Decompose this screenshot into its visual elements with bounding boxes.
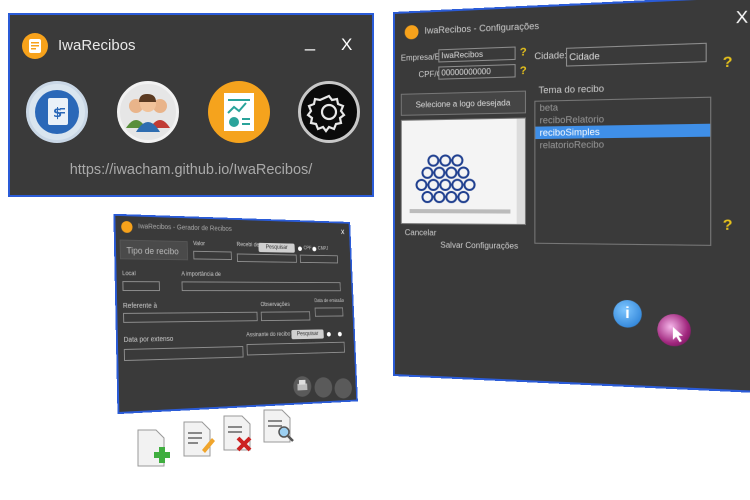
cnpj-radio-label: CNPJ	[317, 245, 329, 252]
data-extenso-label: Data por extenso	[123, 335, 174, 344]
data-extenso-input[interactable]	[123, 346, 244, 362]
config-window: IwaRecibos - Configurações X Empresa/Emi…	[393, 0, 750, 394]
local-input[interactable]	[122, 281, 160, 292]
valor-input[interactable]	[193, 250, 232, 260]
empresa-input[interactable]: IwaRecibos	[438, 46, 516, 63]
delete-document-icon	[223, 415, 252, 452]
select-logo-button[interactable]: Selecione a logo desejada	[400, 90, 527, 116]
observacoes-input[interactable]	[260, 311, 311, 322]
local-label: Local	[122, 271, 136, 278]
nav-button[interactable]	[334, 377, 353, 399]
observacoes-label: Observações	[260, 302, 290, 308]
cidade-label: Cidade:	[534, 49, 568, 62]
search-document-button[interactable]	[262, 408, 296, 451]
clients-icon	[126, 94, 170, 132]
generator-window: IwaRecibos - Gerador de Recibos x Tipo d…	[113, 213, 358, 415]
search-client-button[interactable]: Pesquisar cliente	[258, 242, 295, 260]
close-button[interactable]: X	[341, 35, 352, 55]
cnpj-radio[interactable]	[312, 246, 317, 252]
referente-input[interactable]	[123, 311, 258, 323]
printer-icon	[297, 379, 308, 391]
cpf-radio-label: CPF	[303, 245, 312, 252]
logo-preview	[400, 117, 527, 226]
logo-image-icon	[409, 119, 511, 214]
new-receipt-button[interactable]: $	[26, 81, 88, 143]
valor-label: Valor	[192, 241, 206, 248]
importancia-label: A importância de	[181, 271, 221, 278]
report-chart-icon	[224, 93, 254, 131]
assinante-input[interactable]	[246, 341, 345, 356]
recebi-label: Recebi de	[236, 242, 260, 249]
main-window: IwaRecibos _ X $ https://iwacham.github.…	[8, 13, 374, 197]
save-config-button[interactable]: Salvar Configurações	[440, 241, 518, 251]
app-logo-icon	[22, 33, 48, 59]
cpf-radio[interactable]	[297, 246, 303, 252]
reports-button[interactable]	[208, 81, 270, 143]
new-document-button[interactable]	[136, 428, 172, 477]
exit-orb-button[interactable]	[657, 313, 691, 347]
referente-label: Referente à	[122, 302, 158, 310]
nav-button[interactable]	[314, 376, 333, 399]
app-title: IwaRecibos	[58, 37, 136, 54]
edit-document-button[interactable]	[182, 420, 216, 465]
theme-list[interactable]: beta reciboRelatorio reciboSimples relat…	[534, 96, 712, 246]
recebi-input[interactable]	[236, 253, 297, 263]
new-document-icon	[137, 429, 170, 467]
cursor-icon	[672, 326, 683, 343]
project-url-link[interactable]: https://iwacham.github.io/IwaRecibos/	[10, 162, 372, 178]
logo-scrollbar[interactable]	[516, 118, 525, 224]
edit-document-icon	[183, 421, 215, 457]
tema-label: Tema do recibo	[538, 83, 605, 96]
cpf-input[interactable]: 00000000000	[438, 64, 516, 80]
minimize-button[interactable]: _	[305, 31, 315, 52]
signer-cnpj-radio[interactable]	[337, 331, 342, 337]
signer-cpf-radio[interactable]	[326, 332, 331, 337]
receipt-icon: $	[35, 90, 79, 134]
cidade-input[interactable]: Cidade	[565, 42, 707, 67]
theme-help-icon[interactable]: ?	[723, 216, 733, 233]
search-signer-button[interactable]: Pesquisar cliente	[291, 329, 324, 346]
data-emissao-input[interactable]	[314, 307, 344, 317]
info-button[interactable]: i	[613, 299, 642, 329]
cpf-help-icon[interactable]: ?	[520, 65, 527, 78]
theme-item[interactable]: relatorioRecibo	[535, 137, 710, 152]
receipt-type-select[interactable]: Tipo de recibo	[119, 239, 189, 261]
importancia-input[interactable]	[181, 281, 341, 292]
cidade-help-icon[interactable]: ?	[723, 53, 733, 71]
gear-icon	[306, 94, 346, 133]
cancel-button[interactable]: Cancelar	[405, 228, 437, 237]
app-logo-icon	[121, 220, 133, 233]
close-button[interactable]: X	[736, 9, 748, 29]
close-button[interactable]: x	[341, 227, 345, 236]
settings-button[interactable]	[298, 81, 360, 143]
data-emissao-label: Data de emissão	[314, 298, 345, 304]
config-window-title: IwaRecibos - Configurações	[424, 20, 540, 36]
empresa-help-icon[interactable]: ?	[520, 46, 527, 59]
print-button[interactable]	[292, 375, 312, 398]
search-document-icon	[263, 409, 294, 443]
clients-button[interactable]	[117, 81, 179, 143]
app-logo-icon	[404, 24, 419, 40]
generator-window-title: IwaRecibos - Gerador de Recibos	[138, 223, 232, 233]
document-input[interactable]	[299, 254, 339, 264]
delete-document-button[interactable]	[222, 414, 256, 459]
assinante-label: Assinante do recibo	[246, 331, 291, 339]
